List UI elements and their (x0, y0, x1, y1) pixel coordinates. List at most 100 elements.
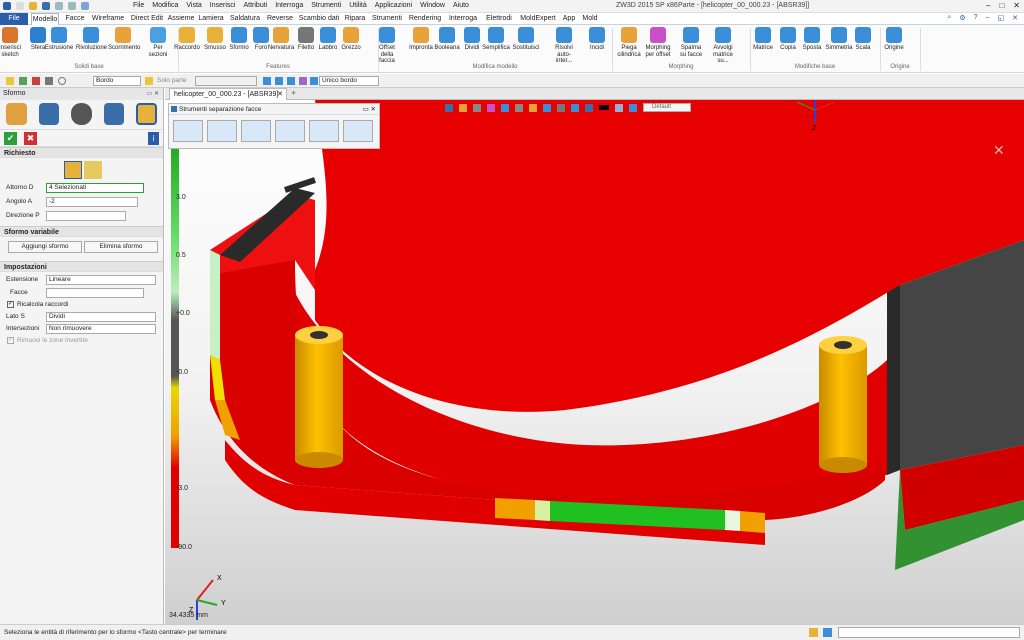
minimize-ribbon-icon[interactable]: – (986, 14, 990, 22)
draft-type-neutral-icon[interactable] (64, 161, 82, 179)
curve-mode-icon[interactable] (275, 77, 283, 85)
ribbon-btn-13[interactable]: Grezzo (336, 27, 366, 52)
view-box-icon[interactable] (585, 103, 593, 112)
ribbon-btn-25[interactable]: Avvolgi matrice su... (708, 27, 738, 65)
section-impostazioni[interactable]: Impostazioni (0, 261, 163, 272)
search-icon[interactable]: ⌕ (947, 14, 951, 22)
boat-icon[interactable] (103, 103, 125, 125)
tab-scambio-dati[interactable]: Scambio dati (298, 13, 340, 25)
menu-modifica[interactable]: Modifica (152, 2, 178, 9)
lato-select[interactable]: Dividi (46, 312, 156, 322)
new-tab-icon[interactable]: + (291, 88, 296, 98)
ribbon-btn-0[interactable]: Inserisci sketch (0, 27, 25, 58)
menu-interroga[interactable]: Interroga (275, 2, 303, 9)
intersezioni-select[interactable]: Non rimuovere (46, 324, 156, 334)
region-tool-icon[interactable] (241, 120, 271, 142)
open-icon[interactable] (28, 2, 37, 10)
menu-attributi[interactable]: Attributi (243, 2, 267, 9)
parting-tool-icon[interactable] (173, 120, 203, 142)
view-orient-icon[interactable] (445, 103, 453, 112)
ribbon-btn-30[interactable]: Scala (848, 27, 878, 52)
redo-icon[interactable] (67, 2, 76, 10)
minimize-icon[interactable]: – (986, 1, 990, 10)
view-color-icon[interactable] (487, 103, 495, 112)
box-select-icon[interactable] (45, 77, 53, 85)
edge-mode-icon[interactable] (263, 77, 271, 85)
tab-interroga[interactable]: Interroga (446, 13, 480, 25)
ribbon-btn-3[interactable]: Rivoluzione (76, 27, 107, 52)
part-filter-icon[interactable] (145, 77, 153, 85)
view-grid-icon[interactable] (557, 103, 565, 112)
maximize-icon[interactable]: □ (999, 1, 1004, 10)
ribbon-btn-28[interactable]: Sposta (797, 27, 827, 52)
settings-icon[interactable] (80, 2, 89, 10)
graphics-viewport[interactable]: Z Z X Y ✕ 3.0 0.5 +0.0 -0.0 -3.0 -90.0 3… (165, 100, 1024, 624)
tab-lamiera[interactable]: Lamiera (198, 13, 224, 25)
ribbon-btn-18[interactable]: Semplifica (481, 27, 511, 52)
close-view-icon[interactable]: ✕ (993, 142, 1005, 158)
remove-draft-button[interactable]: Elimina sformo (84, 241, 158, 253)
doc-tab[interactable]: helicopter_00_000.23 - [ABSR39] ✕ (169, 88, 287, 100)
menu-vista[interactable]: Vista (186, 2, 201, 9)
view-section-icon[interactable] (515, 103, 523, 112)
tab-reverse[interactable]: Reverse (265, 13, 295, 25)
estensione-select[interactable]: Lineare (46, 275, 156, 285)
menu-strumenti[interactable]: Strumenti (311, 2, 341, 9)
view-wire-icon[interactable] (473, 103, 481, 112)
pick-filter-icon[interactable] (6, 77, 14, 85)
solo-parte-dropdown[interactable] (195, 76, 257, 86)
restore-icon[interactable]: ◱ (998, 14, 1005, 22)
ribbon-btn-4[interactable]: Scorrimento (108, 27, 140, 52)
ribbon-btn-21[interactable]: Incidi (582, 27, 612, 52)
chain-icon[interactable] (299, 77, 307, 85)
section-richiesto[interactable]: Richiesto (0, 147, 163, 158)
panel-controls[interactable]: ▭ ✕ (147, 90, 159, 97)
tab-mold[interactable]: Mold (580, 13, 600, 25)
view-light-icon[interactable] (529, 103, 537, 112)
draft-check-icon[interactable] (275, 120, 305, 142)
edge-select[interactable]: Unico bordo (319, 76, 379, 86)
menu-utilita[interactable]: Utilità (349, 2, 367, 9)
ribbon-btn-19[interactable]: Sostituisci (511, 27, 541, 52)
settings-icon[interactable]: ⚙ (959, 14, 965, 22)
info-icon[interactable]: i (148, 132, 159, 145)
tab-direct-edit[interactable]: Direct Edit (128, 13, 166, 25)
undo-icon[interactable] (54, 2, 63, 10)
new-icon[interactable] (15, 2, 24, 10)
remove-icon[interactable] (32, 77, 40, 85)
menu-inserisci[interactable]: Inserisci (210, 2, 236, 9)
tab-modello[interactable]: Modello (31, 13, 59, 25)
ribbon-btn-23[interactable]: Morphing per offset (643, 27, 673, 58)
ribbon-btn-24[interactable]: Spalma su facce (676, 27, 706, 58)
add-draft-button[interactable]: Aggiungi sformo (8, 241, 82, 253)
view-render-icon[interactable] (459, 103, 467, 112)
close-doc-icon[interactable]: ✕ (1012, 14, 1018, 22)
hierarchy-icon[interactable] (38, 103, 60, 125)
tab-elettrodi[interactable]: Elettrodi (483, 13, 515, 25)
facce-field[interactable] (46, 288, 144, 298)
ok-icon[interactable]: ✔ (4, 132, 17, 145)
help-icon[interactable]: ? (974, 14, 978, 22)
edge-select-icon[interactable] (310, 77, 318, 85)
view-bg-icon[interactable] (599, 105, 609, 110)
close-icon[interactable]: ✕ (1013, 1, 1020, 10)
status-icon-2[interactable] (823, 628, 832, 637)
ribbon-btn-31[interactable]: Origine (879, 27, 909, 52)
face-mode-icon[interactable] (287, 77, 295, 85)
inspect-tool-icon[interactable] (309, 120, 339, 142)
menu-applicazioni[interactable]: Applicazioni (375, 2, 412, 9)
tab-saldatura[interactable]: Saldatura (228, 13, 262, 25)
split-tool-icon[interactable] (207, 120, 237, 142)
add-icon[interactable] (19, 77, 27, 85)
command-input[interactable] (838, 627, 1020, 638)
draft-type-parting-icon[interactable] (84, 161, 102, 179)
tab-ripara[interactable]: Ripara (343, 13, 367, 25)
view-material-icon[interactable] (629, 103, 637, 112)
tab-wireframe[interactable]: Wireframe (90, 13, 126, 25)
tab-strumenti[interactable]: Strumenti (370, 13, 404, 25)
tab-assieme[interactable]: Assieme (167, 13, 195, 25)
model-render[interactable]: Z Z X Y ✕ (165, 100, 1024, 624)
view-frame-icon[interactable] (543, 103, 551, 112)
ricalcola-checkbox[interactable]: ✓ (7, 301, 14, 308)
menu-file[interactable]: File (133, 2, 144, 9)
